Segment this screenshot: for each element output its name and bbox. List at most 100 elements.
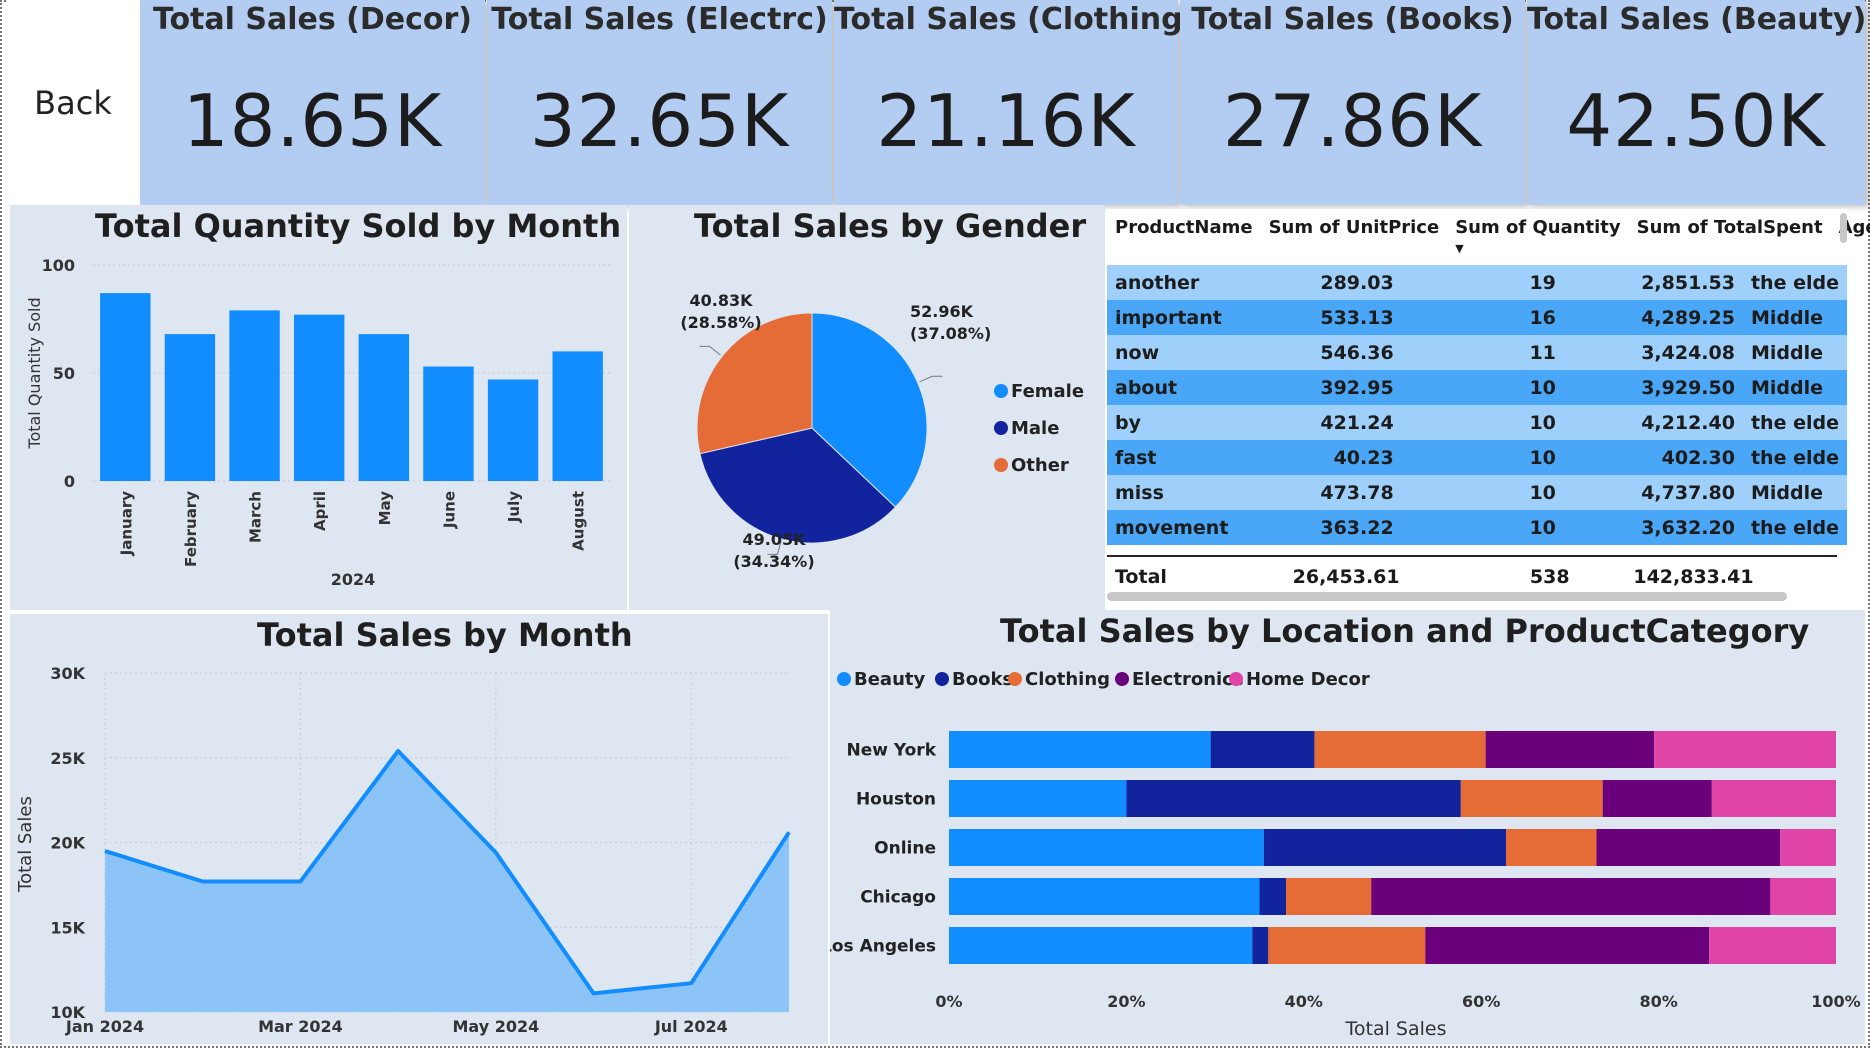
kpi-card-decor: Total Sales (Decor) 18.65K bbox=[140, 0, 485, 205]
table-cell: 4,737.80 bbox=[1641, 481, 1735, 504]
table-cell: 4,212.40 bbox=[1641, 411, 1735, 434]
table-row[interactable]: now 546.36 11 3,424.08 Middle bbox=[1107, 335, 1847, 370]
y-tick-label: 50 bbox=[53, 364, 75, 383]
table-cell: 3,632.20 bbox=[1641, 516, 1735, 539]
column-header[interactable]: ProductName bbox=[1107, 209, 1261, 259]
x-tick-label: 20% bbox=[1107, 992, 1145, 1011]
sales-by-month-panel: Total Sales by Month 10K 15K 20K 25K 30K Jan … bbox=[10, 614, 828, 1044]
total-cell bbox=[1762, 557, 1837, 597]
legend-label: Electronics bbox=[1132, 669, 1244, 690]
kpi-title: Total Sales (Decor) bbox=[152, 2, 473, 37]
kpi-value: 42.50K bbox=[1566, 79, 1826, 163]
kpi-card-electronics: Total Sales (Electrc) 32.65K bbox=[487, 0, 832, 205]
x-axis-title: Total Sales bbox=[1345, 1018, 1447, 1040]
table-cell: the elde bbox=[1750, 516, 1839, 539]
bar-segment bbox=[1126, 780, 1461, 817]
x-tick-label: Jul 2024 bbox=[654, 1017, 728, 1036]
y-tick-label: New York bbox=[847, 741, 937, 761]
bar-segment bbox=[1371, 878, 1771, 915]
table-row[interactable]: another 289.03 19 2,851.53 the elde bbox=[1107, 265, 1847, 300]
legend-marker bbox=[935, 672, 949, 686]
x-tick-label: June bbox=[440, 491, 458, 529]
table-row[interactable]: miss 473.78 10 4,737.80 Middle bbox=[1107, 475, 1847, 510]
bar-segment bbox=[1259, 878, 1287, 915]
column-header[interactable]: Sum of TotalSpent bbox=[1629, 209, 1831, 259]
kpi-card-beauty: Total Sales (Beauty) 42.50K bbox=[1527, 0, 1866, 205]
x-tick-label: January bbox=[117, 491, 135, 557]
sort-descending-icon: ▼ bbox=[1455, 242, 1464, 255]
x-tick-label: 100% bbox=[1811, 992, 1860, 1011]
table-cell: 10 bbox=[1529, 411, 1556, 434]
column-header[interactable]: Age Seg bbox=[1831, 209, 1870, 259]
back-button[interactable]: Back bbox=[8, 0, 138, 205]
data-label: 49.05K bbox=[742, 530, 806, 549]
bar-segment bbox=[1286, 878, 1372, 915]
legend-marker bbox=[1008, 672, 1022, 686]
y-tick-label: 100 bbox=[42, 256, 75, 275]
table-row[interactable]: by 421.24 10 4,212.40 the elde bbox=[1107, 405, 1847, 440]
y-axis-title: Total Sales bbox=[15, 796, 36, 893]
table-cell: 11 bbox=[1529, 341, 1556, 364]
table-row[interactable]: fast 40.23 10 402.30 the elde bbox=[1107, 440, 1847, 475]
bar-segment bbox=[1210, 731, 1315, 768]
kpi-card-clothing: Total Sales (Clothing) 21.16K bbox=[834, 0, 1196, 205]
column-header-sorted[interactable]: Sum of Quantity ▼ bbox=[1447, 209, 1628, 259]
bar bbox=[164, 334, 216, 481]
x-tick-label: March bbox=[247, 491, 265, 543]
column-header[interactable]: Sum of UnitPrice bbox=[1261, 209, 1448, 259]
quantity-by-month-panel: Total Quantity Sold by Month 0 50 100 Janua… bbox=[10, 205, 627, 610]
data-label: 52.96K bbox=[910, 302, 974, 321]
table-cell: 10 bbox=[1529, 481, 1556, 504]
product-table[interactable]: ProductName Sum of UnitPrice Sum of Quan… bbox=[1107, 209, 1870, 606]
table-cell: 10 bbox=[1529, 516, 1556, 539]
x-tick-label: May 2024 bbox=[452, 1017, 539, 1036]
legend-marker bbox=[994, 421, 1008, 435]
bar bbox=[100, 293, 151, 481]
table-cell: Middle bbox=[1750, 306, 1823, 329]
x-tick-label: 40% bbox=[1285, 992, 1323, 1011]
legend-label: Other bbox=[1011, 455, 1069, 476]
bar bbox=[293, 314, 345, 481]
table-row[interactable]: about 392.95 10 3,929.50 Middle bbox=[1107, 370, 1847, 405]
legend-label: Beauty bbox=[854, 669, 925, 690]
bar-segment bbox=[949, 829, 1264, 866]
total-row: Total 26,453.61 538 142,833.41 bbox=[1107, 557, 1837, 597]
table-cell: the elde bbox=[1750, 271, 1839, 294]
table-cell: important bbox=[1115, 306, 1222, 329]
total-cell: 142,833.41 bbox=[1633, 566, 1754, 588]
kpi-title: Total Sales (Books) bbox=[1191, 2, 1514, 37]
bar-segment bbox=[949, 780, 1127, 817]
bar-segment bbox=[949, 927, 1253, 964]
table-cell: Middle bbox=[1750, 481, 1823, 504]
bar bbox=[358, 334, 410, 481]
leader-line bbox=[699, 345, 721, 356]
table-cell: 402.30 bbox=[1661, 446, 1735, 469]
vertical-scrollbar[interactable] bbox=[1840, 213, 1847, 243]
table-cell: 2,851.53 bbox=[1641, 271, 1735, 294]
x-tick-label: February bbox=[182, 491, 200, 567]
kpi-title: Total Sales (Electrc) bbox=[491, 2, 828, 37]
stacked-bar-chart: Beauty Books Clothing Electronics Home Decor… bbox=[830, 669, 1861, 1040]
table-row[interactable]: important 533.13 16 4,289.25 Middle bbox=[1107, 300, 1847, 335]
table-cell: about bbox=[1115, 376, 1178, 399]
kpi-card-books: Total Sales (Books) 27.86K bbox=[1180, 0, 1525, 205]
legend-marker bbox=[837, 672, 851, 686]
x-tick-label: July bbox=[505, 491, 523, 523]
total-cell: 538 bbox=[1529, 566, 1570, 588]
table-cell: 4,289.25 bbox=[1641, 306, 1735, 329]
percent-label: (28.58%) bbox=[680, 313, 761, 332]
bar-segment bbox=[949, 731, 1211, 768]
gender-pie-chart: 52.96K (37.08%) 49.05K (34.34%) 40.83K (28.58… bbox=[680, 291, 1084, 571]
bar bbox=[552, 351, 603, 481]
table-cell: 3,929.50 bbox=[1641, 376, 1735, 399]
sales-by-gender-panel: Total Sales by Gender 52.96K (37.08%) 49.0… bbox=[629, 205, 1105, 610]
kpi-value: 21.16K bbox=[876, 79, 1136, 163]
percent-label: (37.08%) bbox=[910, 324, 991, 343]
location-category-panel: Total Sales by Location and ProductCateg… bbox=[830, 610, 1865, 1044]
table-cell: now bbox=[1115, 341, 1160, 364]
horizontal-scrollbar[interactable] bbox=[1107, 592, 1787, 601]
table-row[interactable]: movement 363.22 10 3,632.20 the elde bbox=[1107, 510, 1847, 545]
sales-area-chart: 10K15K20K25K30KJan 2024 Mar 2024 May 2024 J… bbox=[15, 664, 791, 1036]
bar-segment bbox=[1460, 780, 1603, 817]
legend-marker bbox=[1229, 672, 1243, 686]
